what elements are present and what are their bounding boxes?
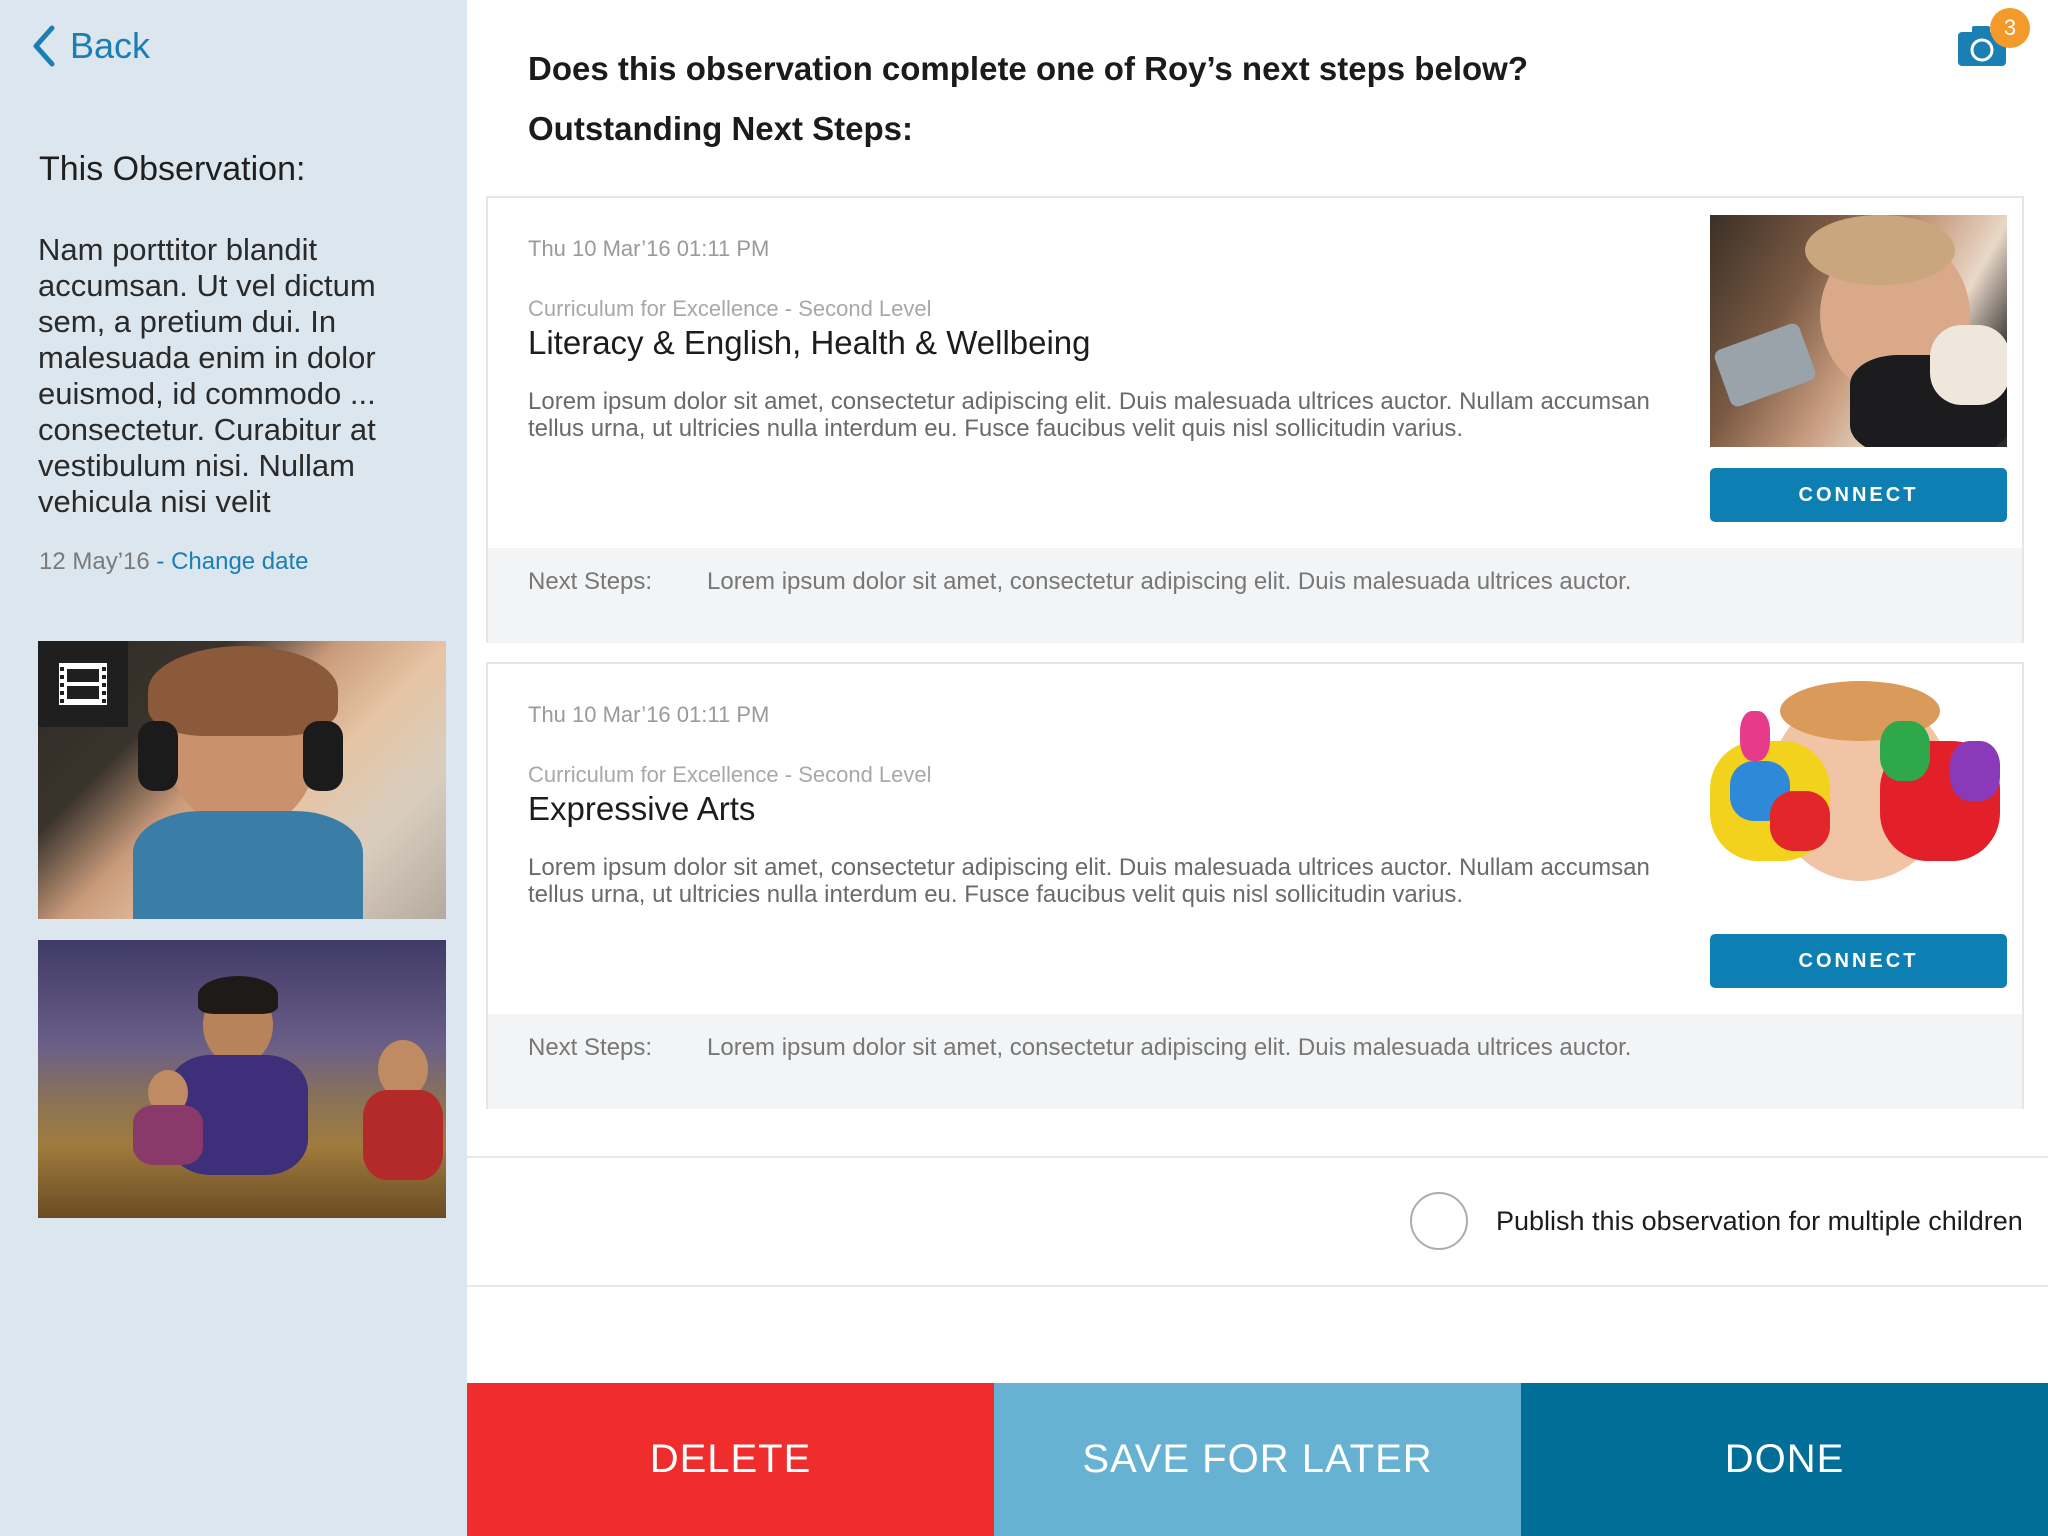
back-button[interactable]: Back (30, 24, 150, 68)
publish-radio[interactable] (1410, 1192, 1468, 1250)
publish-multiple-option[interactable]: Publish this observation for multiple ch… (1410, 1192, 2023, 1250)
next-steps-text: Lorem ipsum dolor sit amet, consectetur … (707, 568, 1632, 595)
connect-button[interactable]: CONNECT (1710, 934, 2007, 988)
delete-button[interactable]: DELETE (467, 1383, 994, 1536)
divider (467, 1285, 2048, 1287)
connect-button[interactable]: CONNECT (1710, 468, 2007, 522)
observation-video-thumbnail[interactable] (38, 641, 446, 919)
app: Back This Observation: Nam porttitor bla… (0, 0, 2048, 1536)
observation-text: Nam porttitor blandit accumsan. Ut vel d… (38, 232, 376, 519)
observation-date: 12 May’16 (39, 548, 150, 575)
publish-label: Publish this observation for multiple ch… (1496, 1205, 2023, 1236)
card-title: Expressive Arts (528, 790, 756, 827)
card-thumbnail (1710, 681, 2007, 913)
page-question: Does this observation complete one of Ro… (528, 50, 1528, 87)
divider (467, 1156, 2048, 1158)
observation-photo-thumbnail[interactable] (38, 940, 446, 1218)
date-separator: - (149, 548, 172, 575)
sidebar: Back This Observation: Nam porttitor bla… (0, 0, 467, 1536)
chevron-left-icon (33, 25, 55, 67)
camera-count-badge: 3 (1990, 8, 2030, 48)
film-icon-badge (38, 641, 128, 727)
next-steps-label: Next Steps: (528, 1034, 653, 1061)
done-button[interactable]: DONE (1521, 1383, 2048, 1536)
next-steps-text: Lorem ipsum dolor sit amet, consectetur … (707, 1034, 1632, 1061)
action-bar: DELETE SAVE FOR LATER DONE (467, 1383, 2048, 1536)
back-label: Back (70, 25, 151, 66)
next-step-card: Thu 10 Mar’16 01:11 PM Curriculum for Ex… (486, 662, 2024, 1109)
card-thumbnail (1710, 215, 2007, 447)
card-description: Lorem ipsum dolor sit amet, consectetur … (528, 388, 1650, 442)
film-icon (59, 663, 107, 705)
outstanding-next-steps-heading: Outstanding Next Steps: (528, 110, 914, 147)
card-title: Literacy & English, Health & Wellbeing (528, 324, 1091, 361)
card-curriculum: Curriculum for Excellence - Second Level (528, 296, 932, 321)
main-panel: Does this observation complete one of Ro… (467, 0, 2048, 1536)
next-step-card: Thu 10 Mar’16 01:11 PM Curriculum for Ex… (486, 196, 2024, 643)
card-description: Lorem ipsum dolor sit amet, consectetur … (528, 854, 1650, 908)
card-timestamp: Thu 10 Mar’16 01:11 PM (528, 236, 770, 261)
change-date-link[interactable]: Change date (171, 548, 308, 575)
card-timestamp: Thu 10 Mar’16 01:11 PM (528, 702, 770, 727)
observation-heading: This Observation: (39, 150, 306, 188)
card-next-steps-footer: Next Steps: Lorem ipsum dolor sit amet, … (488, 1014, 2022, 1109)
next-steps-label: Next Steps: (528, 568, 653, 595)
save-for-later-button[interactable]: SAVE FOR LATER (994, 1383, 1521, 1536)
observation-date-row: 12 May’16 - Change date (39, 548, 309, 576)
card-curriculum: Curriculum for Excellence - Second Level (528, 762, 932, 787)
card-next-steps-footer: Next Steps: Lorem ipsum dolor sit amet, … (488, 548, 2022, 643)
